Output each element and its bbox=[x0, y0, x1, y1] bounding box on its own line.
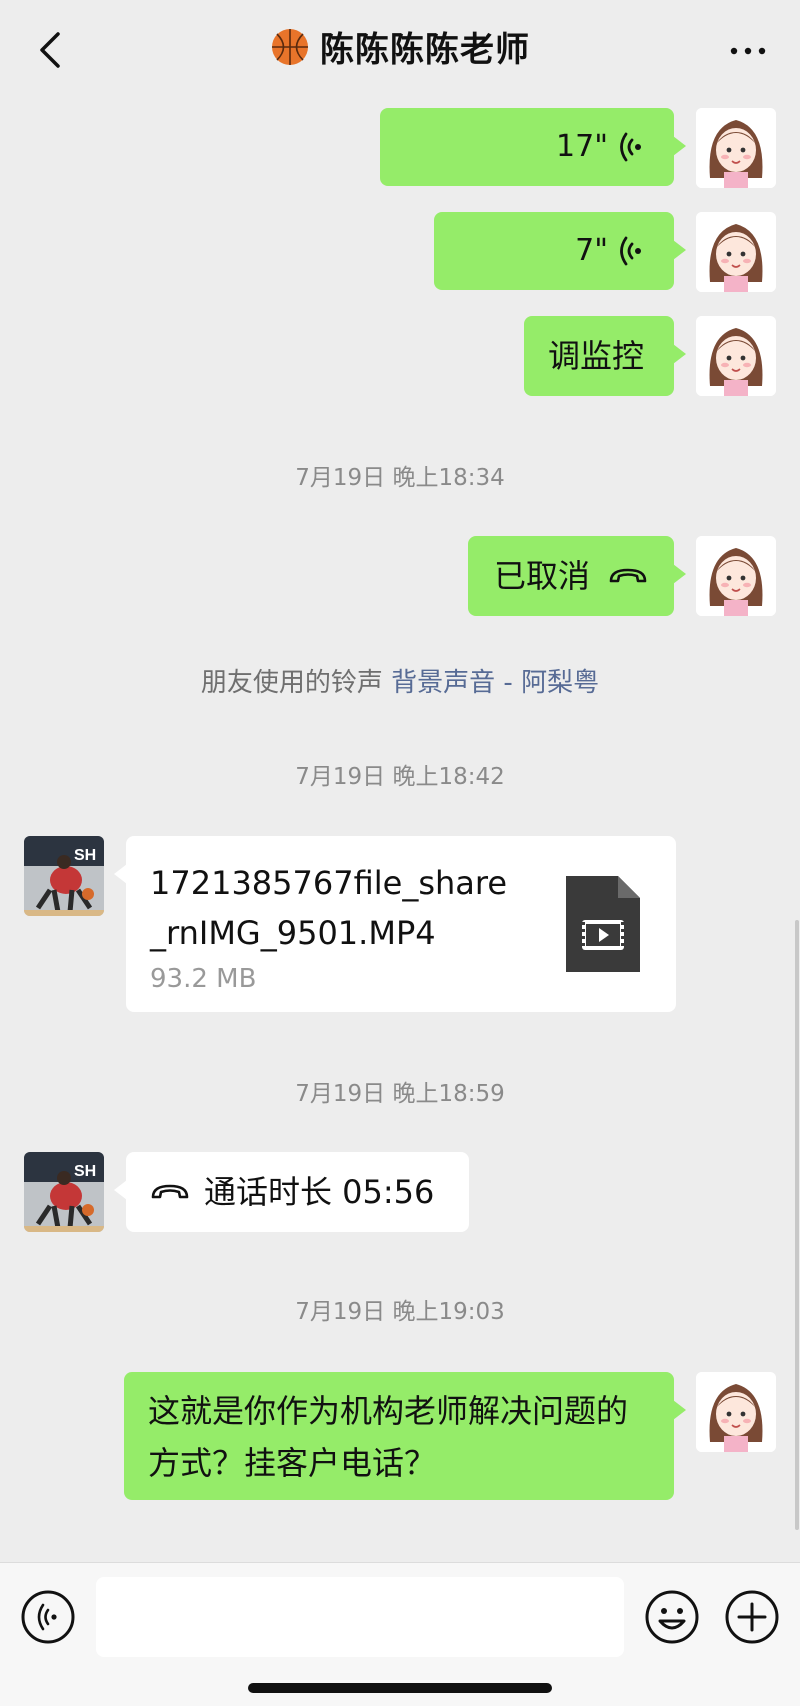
voice-message-bubble[interactable]: 7" bbox=[434, 212, 686, 290]
call-status-text: 已取消 bbox=[494, 557, 591, 595]
plus-icon[interactable] bbox=[724, 1589, 780, 1645]
timestamp: 7月19日 晚上18:34 bbox=[295, 465, 505, 491]
my-avatar[interactable] bbox=[696, 536, 776, 616]
cartoon-girl-avatar-icon bbox=[696, 536, 776, 616]
voice-duration: 17" bbox=[556, 129, 608, 164]
cartoon-girl-avatar-icon bbox=[696, 1372, 776, 1452]
chat-title[interactable]: 陈陈陈陈老师 bbox=[0, 24, 800, 76]
chat-header: 陈陈陈陈老师 bbox=[0, 0, 800, 100]
timestamp: 7月19日 晚上18:42 bbox=[295, 764, 505, 790]
cartoon-girl-avatar-icon bbox=[696, 316, 776, 396]
timestamp: 7月19日 晚上19:03 bbox=[295, 1299, 505, 1325]
message-text: 调监控 bbox=[548, 337, 645, 375]
ringtone-link[interactable]: 背景声音 - 阿梨粤 bbox=[391, 668, 599, 698]
contact-avatar[interactable]: SH bbox=[24, 1152, 104, 1232]
voice-input-icon[interactable] bbox=[20, 1589, 76, 1645]
video-file-icon bbox=[566, 876, 640, 972]
voice-wave-icon bbox=[620, 236, 641, 266]
chat-title-text: 陈陈陈陈老师 bbox=[320, 30, 530, 70]
voice-wave-icon bbox=[620, 132, 641, 162]
file-message-bubble[interactable]: 1721385767file_share_rnIMG_9501.MP4 93.2… bbox=[114, 836, 676, 1012]
my-avatar[interactable] bbox=[696, 108, 776, 188]
ringtone-prefix: 朋友使用的铃声 bbox=[200, 668, 383, 698]
call-cancelled-bubble[interactable]: 已取消 bbox=[468, 536, 686, 616]
file-name: 1721385767file_share_rnIMG_9501.MP4 bbox=[150, 864, 508, 952]
basketball-icon bbox=[272, 29, 308, 65]
message-input[interactable] bbox=[96, 1577, 624, 1657]
scrollbar[interactable] bbox=[795, 920, 799, 1530]
my-avatar[interactable] bbox=[696, 316, 776, 396]
phone-hangup-icon bbox=[609, 568, 647, 583]
message-text: 这就是你作为机构老师解决问题的方式？挂客户电话？ bbox=[148, 1392, 629, 1482]
contact-avatar[interactable]: SH bbox=[24, 836, 104, 916]
call-duration-bubble[interactable]: 通话时长 05:56 bbox=[114, 1152, 469, 1232]
my-avatar[interactable] bbox=[696, 1372, 776, 1452]
cartoon-girl-avatar-icon bbox=[696, 212, 776, 292]
svg-text:SH: SH bbox=[74, 1163, 96, 1180]
basketball-player-avatar-icon: SH bbox=[24, 836, 104, 916]
emoji-icon[interactable] bbox=[644, 1589, 700, 1645]
more-dots-icon[interactable] bbox=[726, 36, 770, 66]
text-message-bubble[interactable]: 调监控 bbox=[524, 316, 686, 396]
basketball-player-avatar-icon: SH bbox=[24, 1152, 104, 1232]
svg-text:SH: SH bbox=[74, 847, 96, 864]
text-message-bubble[interactable]: 这就是你作为机构老师解决问题的方式？挂客户电话？ bbox=[124, 1372, 686, 1500]
home-indicator[interactable] bbox=[248, 1683, 552, 1693]
ringtone-note: 朋友使用的铃声 背景声音 - 阿梨粤 bbox=[0, 662, 800, 699]
timestamp: 7月19日 晚上18:59 bbox=[295, 1081, 505, 1107]
cartoon-girl-avatar-icon bbox=[696, 108, 776, 188]
voice-duration: 7" bbox=[575, 233, 608, 268]
file-size: 93.2 MB bbox=[150, 964, 257, 994]
phone-hangup-icon bbox=[151, 1184, 189, 1199]
voice-message-bubble[interactable]: 17" bbox=[380, 108, 686, 186]
my-avatar[interactable] bbox=[696, 212, 776, 292]
call-duration-text: 通话时长 05:56 bbox=[204, 1173, 435, 1211]
